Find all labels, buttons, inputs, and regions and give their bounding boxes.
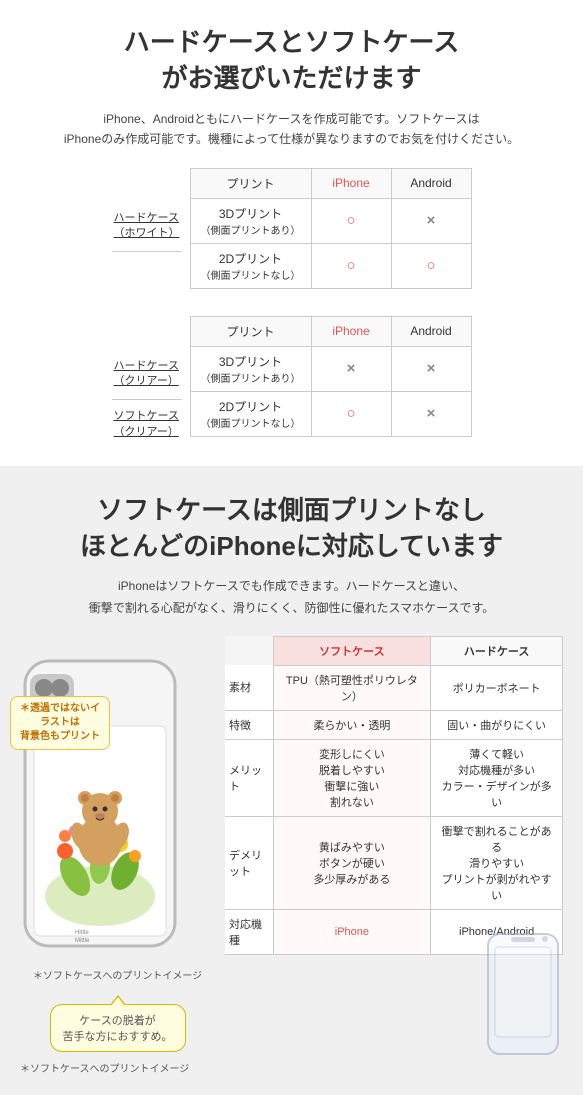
table2-block: ハードケース（クリアー） ソフトケース（クリアー） プリント iPhone An…: [112, 316, 472, 450]
label-feature: 特徴: [225, 710, 273, 739]
t2r2-iphone: ○: [311, 391, 391, 436]
col-iphone: iPhone: [311, 168, 391, 198]
hard-white-label2: [112, 252, 182, 302]
label-merit: メリット: [225, 739, 273, 816]
table-row: 2Dプリント（側面プリントなし） ○ ○: [190, 243, 471, 288]
table2-left-labels: ハードケース（クリアー） ソフトケース（クリアー）: [112, 316, 182, 450]
soft-merit: 変形しにくい脱着しやすい衝撃に強い割れない: [273, 739, 431, 816]
t2r2-android: ×: [391, 391, 471, 436]
hard-merit: 薄くて軽い対応機種が多いカラー・デザインが多い: [431, 739, 563, 816]
section1-desc: iPhone、Androidともにハードケースを作成可能です。ソフトケースは i…: [20, 109, 563, 150]
svg-text:Hittle: Hittle: [75, 930, 89, 936]
balloon-bottom: ケースの脱着が苦手な方におすすめ。: [50, 1004, 186, 1052]
table-row: メリット 変形しにくい脱着しやすい衝撃に強い割れない 薄くて軽い対応機種が多いカ…: [225, 739, 563, 816]
table-row: 2Dプリント（側面プリントなし） ○ ×: [190, 391, 471, 436]
t2r1-android: ×: [391, 346, 471, 391]
note-bubble: ＊透過ではないイラストは背景色もプリント: [10, 696, 110, 750]
col-empty: [225, 636, 273, 665]
clear-case-area: [225, 959, 563, 1039]
section1-title: ハードケースとソフトケースがお選びいただけます: [20, 24, 563, 97]
table2: プリント iPhone Android 3Dプリント（側面プリントあり） × ×…: [190, 316, 472, 437]
svg-text:Mittle: Mittle: [75, 938, 90, 944]
soft-compatible: iPhone: [273, 909, 431, 954]
col-android: Android: [391, 168, 471, 198]
table1-block: ハードケース（ホワイト） プリント iPhone Android 3Dプリント（…: [112, 168, 472, 302]
table1: プリント iPhone Android 3Dプリント（側面プリントあり） ○ ×…: [190, 168, 472, 289]
soft-feature: 柔らかい・透明: [273, 710, 431, 739]
hard-feature: 固い・曲がりにくい: [431, 710, 563, 739]
soft-clear-label: ソフトケース（クリアー）: [112, 400, 182, 450]
table-row: 特徴 柔らかい・透明 固い・曲がりにくい: [225, 710, 563, 739]
hard-white-label: ハードケース（ホワイト）: [112, 202, 182, 252]
col-print2: プリント: [190, 316, 311, 346]
t1r2-android: ○: [391, 243, 471, 288]
section2-body: ＊透過ではないイラストは背景色もプリント: [20, 636, 563, 1052]
print-type: 3Dプリント（側面プリントあり）: [190, 346, 311, 391]
table-row: デメリット 黄ばみやすいボタンが硬い多少厚みがある 衝撃で割れることがある滑りや…: [225, 816, 563, 909]
section1: ハードケースとソフトケースがお選びいただけます iPhone、Androidとも…: [0, 0, 583, 466]
t2r1-iphone: ×: [311, 346, 391, 391]
hard-demerit: 衝撃で割れることがある滑りやすいプリントが剥がれやすい: [431, 816, 563, 909]
print-type: 2Dプリント（側面プリントなし）: [190, 243, 311, 288]
section2: ソフトケースは側面プリントなしほとんどのiPhoneに対応しています iPhon…: [0, 468, 583, 1095]
t1r1-iphone: ○: [311, 198, 391, 243]
col-soft: ソフトケース: [273, 636, 431, 665]
col-print: プリント: [190, 168, 311, 198]
t1r1-android: ×: [391, 198, 471, 243]
hard-material: ポリカーボネート: [431, 665, 563, 710]
label-material: 素材: [225, 665, 273, 710]
table-row: 3Dプリント（側面プリントあり） × ×: [190, 346, 471, 391]
section2-desc: iPhoneはソフトケースでも作成できます。ハードケースと違い、 衝撃で割れる心…: [20, 576, 563, 619]
phone-caption: ＊ソフトケースへのプリントイメージ: [20, 967, 215, 982]
print-type: 3Dプリント（側面プリントあり）: [190, 198, 311, 243]
compare-table-side: ソフトケース ハードケース 素材 TPU（熱可塑性ポリウレタン） ポリカーボネー…: [225, 636, 563, 1039]
label-demerit: デメリット: [225, 816, 273, 909]
soft-demerit: 黄ばみやすいボタンが硬い多少厚みがある: [273, 816, 431, 909]
phone-side: ＊透過ではないイラストは背景色もプリント: [20, 636, 215, 1052]
print-type: 2Dプリント（側面プリントなし）: [190, 391, 311, 436]
compare-table: ソフトケース ハードケース 素材 TPU（熱可塑性ポリウレタン） ポリカーボネー…: [225, 636, 563, 955]
t1r2-iphone: ○: [311, 243, 391, 288]
col-android2: Android: [391, 316, 471, 346]
hard-clear-label: ハードケース（クリアー）: [112, 350, 182, 400]
section2-title: ソフトケースは側面プリントなしほとんどのiPhoneに対応しています: [20, 492, 563, 565]
col-hard: ハードケース: [431, 636, 563, 665]
table1-left-labels: ハードケース（ホワイト）: [112, 168, 182, 302]
soft-material: TPU（熱可塑性ポリウレタン）: [273, 665, 431, 710]
col-iphone2: iPhone: [311, 316, 391, 346]
table-row: 3Dプリント（側面プリントあり） ○ ×: [190, 198, 471, 243]
label-compatible: 対応機種: [225, 909, 273, 954]
table-row: 素材 TPU（熱可塑性ポリウレタン） ポリカーボネート: [225, 665, 563, 710]
footer-note: ＊ソフトケースへのプリントイメージ: [20, 1060, 563, 1075]
clear-phone-svg: [483, 929, 563, 1059]
